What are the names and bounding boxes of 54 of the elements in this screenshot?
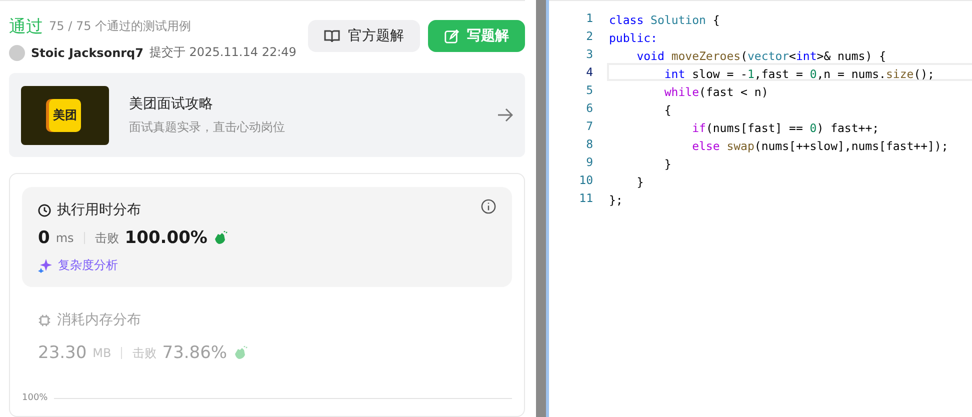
line-number: 8 (585, 137, 594, 151)
user-name[interactable]: Stoic Jacksonrq7 (31, 46, 144, 60)
line-number: 1 (585, 11, 594, 25)
code-line: while(fast < n) (663, 84, 770, 99)
runtime-value: 0 (38, 228, 50, 248)
memory-unit: MB (92, 346, 112, 360)
clapping-hands-icon (213, 231, 228, 245)
sparkle-icon (38, 258, 52, 272)
code-line: public: (608, 30, 658, 45)
runtime-unit: ms (56, 231, 74, 245)
code-line: else swap(nums[++slow],nums[fast++]); (691, 138, 950, 153)
line-number: 7 (585, 119, 594, 133)
chip-icon (38, 314, 51, 326)
runtime-beats: 100.00% (124, 228, 208, 248)
code-line: class Solution { (608, 12, 721, 27)
banner-title: 美团面试攻略 (129, 94, 214, 112)
submit-time: 提交于 2025.11.14 22:49 (149, 44, 296, 61)
banner-subtitle: 面试真题实录，直击心动岗位 (129, 118, 286, 136)
line-number: 4 (585, 65, 594, 79)
code-line: }; (608, 192, 624, 207)
code-line: } (663, 156, 672, 171)
line-number: 9 (585, 155, 594, 169)
code-line: int slow = -1,fast = 0,n = nums.size(); (607, 63, 972, 81)
line-number: 10 (578, 173, 594, 187)
code-line: void moveZeroes(vector<int>& nums) { (636, 48, 888, 63)
beats-label: 击败 (132, 344, 156, 362)
runtime-title: 执行用时分布 (57, 201, 141, 219)
line-number: 6 (585, 101, 594, 115)
promo-banner[interactable]: 美团 美团面试攻略 面试真题实录，直击心动岗位 (9, 73, 525, 157)
line-number: 11 (578, 191, 594, 205)
book-icon (324, 29, 340, 43)
scrollbar[interactable] (536, 0, 546, 417)
line-number: 2 (585, 29, 594, 43)
line-number: 5 (585, 83, 594, 97)
beats-label: 击败 (94, 230, 119, 246)
code-line: if(nums[fast] == 0) fast++; (691, 120, 880, 135)
code-line: } (636, 174, 645, 189)
avatar (9, 44, 25, 60)
clock-icon (38, 204, 51, 216)
line-number: 3 (585, 47, 594, 61)
clapping-hands-icon (233, 346, 248, 360)
official-solution-button[interactable]: 官方题解 (308, 20, 420, 52)
complexity-analysis-link[interactable]: 复杂度分析 (58, 257, 118, 274)
arrow-right-icon (497, 108, 513, 122)
memory-title: 消耗内存分布 (57, 311, 141, 329)
status-text: 通过 (9, 16, 43, 38)
code-line: { (663, 102, 672, 117)
test-count: 75 / 75 个通过的测试用例 (49, 18, 192, 35)
axis-label: 100% (22, 393, 48, 403)
memory-beats: 73.86% (162, 343, 228, 363)
memory-value: 23.30 (38, 343, 87, 363)
edit-icon (444, 28, 459, 44)
logo-text: 美团 (49, 98, 81, 132)
info-icon[interactable] (481, 199, 496, 214)
